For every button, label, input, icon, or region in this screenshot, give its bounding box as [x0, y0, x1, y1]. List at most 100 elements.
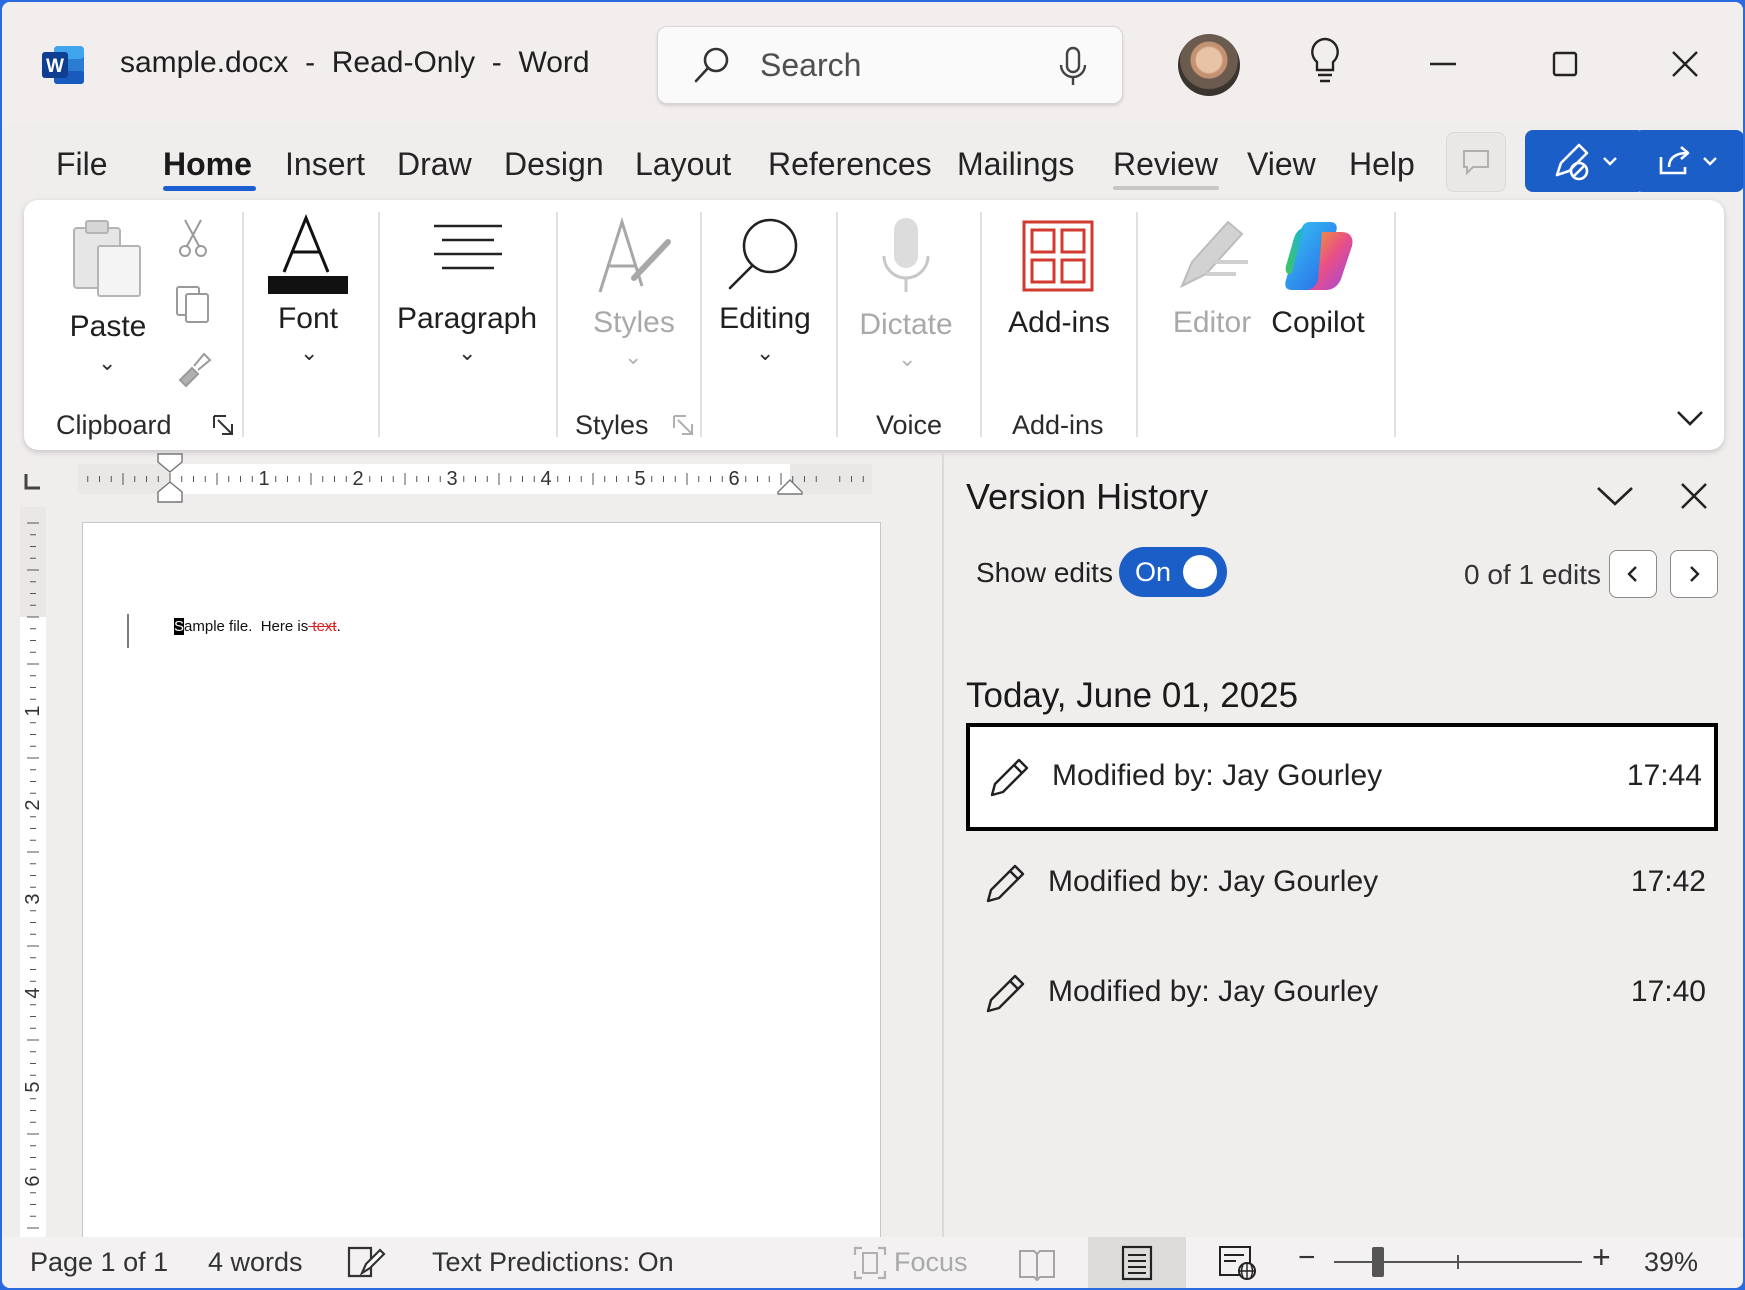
zoom-level[interactable]: 39%: [1644, 1247, 1698, 1278]
vertical-ruler[interactable]: 1 2 3 4 5 6: [20, 507, 46, 1237]
copilot-button[interactable]: Copilot: [1264, 306, 1372, 340]
chevron-down-icon[interactable]: ⌄: [98, 350, 116, 376]
close-icon: [1672, 51, 1698, 77]
chevron-left-icon: [1627, 566, 1637, 582]
document-text: ample file. Here is: [184, 618, 309, 635]
chevron-down-icon: [1703, 157, 1717, 166]
chevron-right-icon: [1690, 566, 1700, 582]
review-tab-indicator: [1113, 186, 1219, 190]
chevron-down-icon: ⌄: [624, 344, 643, 369]
ribbon-expand-chevron-icon[interactable]: [1674, 406, 1706, 430]
word-count[interactable]: 4 words: [208, 1247, 303, 1278]
copy-icon[interactable]: [174, 284, 212, 324]
chevron-down-icon[interactable]: ⌄: [756, 340, 774, 366]
ruler-number: 6: [22, 1175, 44, 1186]
maximize-button[interactable]: [1535, 34, 1595, 94]
version-item[interactable]: Modified by: Jay Gourley 17:44: [966, 723, 1718, 831]
paragraph-button[interactable]: Paragraph: [392, 302, 542, 336]
group-separator: [700, 212, 702, 437]
version-item[interactable]: Modified by: Jay Gourley 17:40: [966, 943, 1718, 1051]
search-box[interactable]: Search: [657, 26, 1123, 104]
tab-insert[interactable]: Insert: [285, 146, 365, 183]
text-predictions-status[interactable]: Text Predictions: On: [432, 1247, 674, 1278]
show-edits-label: Show edits: [976, 557, 1113, 588]
ribbon: Paste ⌄ Clipboard Font ⌄ Paragraph ⌄ Sty…: [24, 200, 1724, 450]
chevron-down-icon[interactable]: ⌄: [300, 340, 318, 366]
minimize-button[interactable]: [1413, 34, 1473, 94]
document-text-end: .: [336, 618, 341, 635]
search-input[interactable]: Search: [760, 47, 861, 84]
microphone-icon[interactable]: [1056, 45, 1090, 87]
paste-icon: [70, 218, 148, 298]
pencil-icon: [988, 755, 1032, 799]
toggle-knob: [1183, 555, 1217, 589]
styles-button[interactable]: Styles: [584, 306, 684, 340]
tab-home[interactable]: Home: [163, 146, 252, 183]
panel-options-button[interactable]: [1594, 478, 1636, 514]
editor-pen-icon: [1172, 216, 1252, 296]
tab-help[interactable]: Help: [1349, 146, 1415, 183]
tab-references[interactable]: References: [768, 146, 932, 183]
deleted-text: text: [308, 618, 337, 635]
status-bar: Page 1 of 1 4 words Text Predictions: On…: [2, 1237, 1743, 1288]
user-avatar[interactable]: [1178, 34, 1240, 96]
edits-count: 0 of 1 edits: [1464, 559, 1601, 590]
panel-close-button[interactable]: [1674, 476, 1714, 516]
web-layout-icon[interactable]: [1218, 1245, 1258, 1281]
editing-mode-button[interactable]: [1525, 130, 1645, 192]
cut-icon[interactable]: [177, 218, 209, 258]
format-painter-icon[interactable]: [174, 348, 214, 388]
chevron-down-icon[interactable]: ⌄: [458, 340, 476, 366]
font-button[interactable]: Font: [260, 302, 356, 336]
group-separator: [980, 212, 982, 437]
horizontal-ruler[interactable]: 1 2 3 4 5 6: [78, 453, 872, 503]
pencil-icon: [984, 861, 1028, 905]
tab-design[interactable]: Design: [504, 146, 604, 183]
zoom-slider-thumb[interactable]: [1372, 1247, 1384, 1277]
lightbulb-icon[interactable]: [1308, 36, 1342, 86]
tab-layout[interactable]: Layout: [635, 146, 731, 183]
pen-edit-icon: [1555, 143, 1589, 181]
tab-view[interactable]: View: [1247, 146, 1316, 183]
pane-divider[interactable]: [942, 452, 944, 1237]
version-item[interactable]: Modified by: Jay Gourley 17:42: [966, 833, 1718, 941]
page-count[interactable]: Page 1 of 1: [30, 1247, 168, 1278]
tab-selector[interactable]: [22, 472, 42, 492]
dialog-launcher-icon[interactable]: [212, 414, 236, 438]
proofing-icon[interactable]: [346, 1245, 386, 1281]
previous-edit-button[interactable]: [1609, 550, 1657, 598]
next-edit-button[interactable]: [1670, 550, 1718, 598]
tab-file[interactable]: File: [56, 146, 108, 183]
editing-button[interactable]: Editing: [710, 302, 820, 336]
tab-review[interactable]: Review: [1113, 146, 1218, 183]
group-separator: [1136, 212, 1138, 437]
search-icon: [692, 45, 732, 85]
version-time: 17:40: [1630, 975, 1706, 1008]
share-button[interactable]: [1634, 130, 1743, 192]
paste-button[interactable]: Paste: [68, 310, 148, 344]
close-button[interactable]: [1655, 34, 1715, 94]
dialog-launcher-icon: [672, 414, 696, 438]
chevron-down-icon: [1603, 157, 1617, 166]
version-history-title: Version History: [966, 476, 1209, 517]
copilot-icon: [1278, 216, 1358, 296]
group-separator: [556, 212, 558, 437]
comments-button[interactable]: [1446, 132, 1506, 192]
zoom-in-button[interactable]: +: [1592, 1239, 1611, 1276]
ruler-number: 4: [22, 987, 44, 998]
show-edits-toggle[interactable]: On: [1119, 547, 1227, 597]
word-logo-icon: W: [42, 44, 86, 86]
add-ins-button[interactable]: Add-ins: [1002, 306, 1116, 340]
version-time: 17:42: [1630, 865, 1706, 898]
print-layout-button[interactable]: [1088, 1237, 1186, 1288]
ruler-number: 4: [540, 468, 551, 490]
read-mode-icon[interactable]: [1018, 1245, 1056, 1282]
tab-draw[interactable]: Draw: [397, 146, 472, 183]
tab-mailings[interactable]: Mailings: [957, 146, 1074, 183]
document-body-text[interactable]: Sample file. Here is text.: [174, 618, 341, 635]
toggle-state-label: On: [1135, 557, 1172, 587]
active-tab-indicator: [163, 186, 256, 191]
pencil-icon: [984, 971, 1028, 1015]
find-icon: [724, 214, 804, 294]
zoom-out-button[interactable]: −: [1298, 1241, 1316, 1275]
